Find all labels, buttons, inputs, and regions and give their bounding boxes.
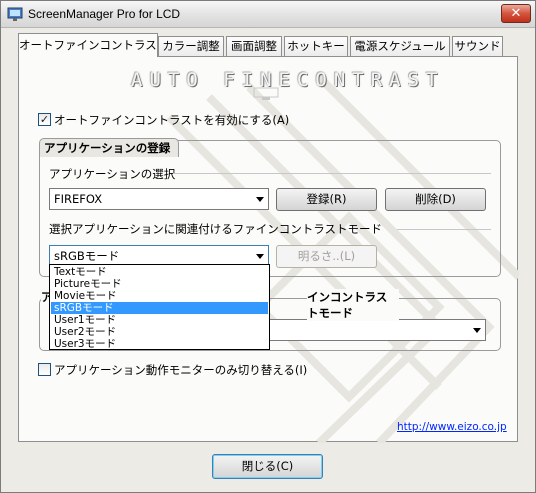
tab-sound[interactable]: サウンド bbox=[452, 36, 503, 56]
enable-finecontrast-label[interactable]: オートファインコントラストを有効にする(A) bbox=[54, 112, 289, 128]
app-select-value: FIREFOX bbox=[54, 192, 103, 206]
mode-select-value: sRGBモード bbox=[54, 249, 120, 263]
banner-monitor-icon bbox=[253, 87, 279, 100]
chevron-down-icon[interactable] bbox=[256, 254, 264, 259]
eizo-website-link[interactable]: http://www.eizo.co.jp bbox=[397, 421, 507, 433]
close-button[interactable]: 閉じる(C) bbox=[212, 454, 323, 479]
mode-dropdown-list[interactable]: Textモード Pictureモード Movieモード sRGBモード User… bbox=[49, 264, 270, 350]
monitor-only-checkbox[interactable] bbox=[38, 363, 51, 376]
separator bbox=[397, 229, 491, 230]
tab-screen-adjust[interactable]: 画面調整 bbox=[226, 36, 282, 56]
enable-finecontrast-checkbox[interactable]: ✓ bbox=[38, 113, 51, 126]
title-bar[interactable]: ScreenManager Pro for LCD ✕ bbox=[1, 1, 535, 28]
separator bbox=[173, 173, 491, 174]
list-item-selected[interactable]: sRGBモード bbox=[51, 302, 268, 314]
monitor-only-label[interactable]: アプリケーション動作モニターのみ切り替える(I) bbox=[54, 362, 307, 378]
list-item[interactable]: User3モード bbox=[51, 338, 268, 350]
register-button[interactable]: 登録(R) bbox=[276, 188, 377, 211]
tab-power-schedule[interactable]: 電源スケジュール bbox=[350, 36, 450, 56]
list-item[interactable]: Pictureモード bbox=[51, 278, 268, 290]
list-item[interactable]: User2モード bbox=[51, 326, 268, 338]
mode-association-label: 選択アプリケーションに関連付けるファインコントラストモード bbox=[49, 222, 383, 236]
window-title: ScreenManager Pro for LCD bbox=[28, 7, 181, 21]
app-select-combobox[interactable]: FIREFOX bbox=[49, 188, 269, 210]
delete-button[interactable]: 削除(D) bbox=[385, 188, 486, 211]
app-registration-title: アプリケーションの登録 bbox=[39, 138, 180, 157]
chevron-down-icon[interactable] bbox=[256, 197, 264, 202]
list-item[interactable]: User1モード bbox=[51, 314, 268, 326]
window-close-button[interactable]: ✕ bbox=[501, 4, 531, 23]
app-icon bbox=[7, 7, 23, 21]
application-window: ScreenManager Pro for LCD ✕ オートファインコントラス… bbox=[0, 0, 536, 493]
tab-hotkey[interactable]: ホットキー bbox=[284, 36, 348, 56]
list-item[interactable]: Textモード bbox=[51, 266, 268, 278]
list-item[interactable]: Movieモード bbox=[51, 290, 268, 302]
app-select-label: アプリケーションの選択 bbox=[49, 167, 176, 181]
tab-color-adjust[interactable]: カラー調整 bbox=[158, 36, 224, 56]
tab-auto-finecontrast[interactable]: オートファインコントラスト bbox=[18, 33, 158, 57]
chevron-down-icon[interactable] bbox=[473, 328, 481, 333]
brightness-button[interactable]: 明るさ..(L) bbox=[276, 245, 377, 268]
